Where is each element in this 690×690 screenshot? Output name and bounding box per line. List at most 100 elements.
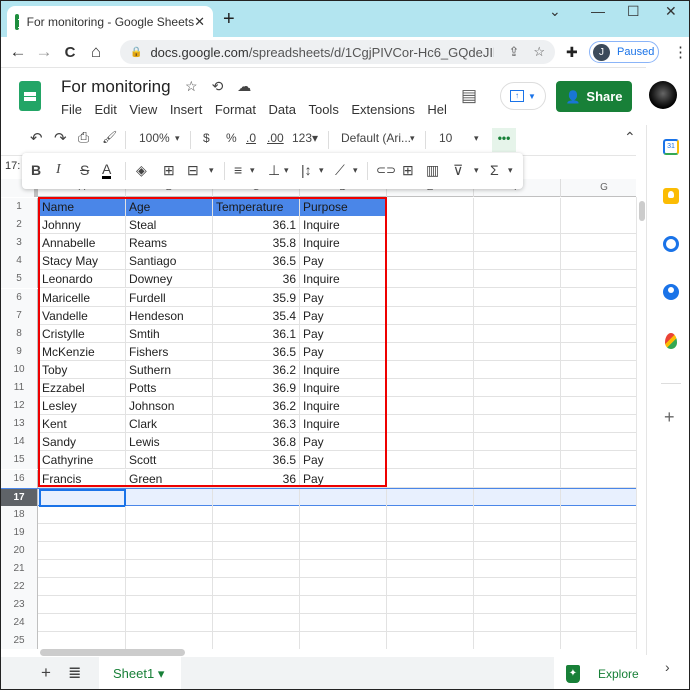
cell-d6[interactable]: Pay: [300, 288, 387, 307]
cell-a2[interactable]: Johnny: [39, 216, 126, 235]
cell-f9[interactable]: [474, 342, 561, 361]
cell-f23[interactable]: [474, 596, 561, 615]
cell-g10[interactable]: [561, 361, 636, 379]
row-number[interactable]: 18: [1, 505, 38, 524]
home-icon[interactable]: ⌂: [83, 42, 109, 62]
vertical-scroll-thumb[interactable]: [639, 201, 645, 221]
cell-c3[interactable]: 35.8: [213, 234, 300, 253]
cell-e18[interactable]: [387, 505, 474, 524]
cell-d8[interactable]: Pay: [300, 324, 387, 343]
cell-c19[interactable]: [213, 523, 300, 542]
cell-b21[interactable]: [126, 560, 213, 578]
cell-c9[interactable]: 36.5: [213, 342, 300, 361]
row-number[interactable]: 11: [1, 379, 38, 397]
all-sheets-button[interactable]: ≣: [68, 663, 81, 683]
cell-c15[interactable]: 36.5: [213, 451, 300, 470]
row-number[interactable]: 19: [1, 523, 38, 542]
filter-caret-icon[interactable]: ▾: [474, 165, 479, 176]
cell-c12[interactable]: 36.2: [213, 397, 300, 416]
insert-link-icon[interactable]: ⊂⊃: [376, 163, 396, 177]
cell-e4[interactable]: [387, 252, 474, 271]
zoom-select[interactable]: 100%: [139, 131, 170, 145]
insert-chart-icon[interactable]: ▥: [426, 162, 439, 179]
cell-e7[interactable]: [387, 306, 474, 325]
row-number[interactable]: 1: [1, 198, 38, 216]
cell-b11[interactable]: Potts: [126, 379, 213, 397]
cell-g19[interactable]: [561, 524, 636, 542]
cell-b6[interactable]: Furdell: [126, 288, 213, 307]
cloud-status-icon[interactable]: ☁: [237, 78, 265, 94]
cell-f12[interactable]: [474, 397, 561, 416]
merge-cells-icon[interactable]: ⊟: [187, 162, 199, 179]
add-sheet-button[interactable]: +: [41, 663, 51, 683]
cell-a22[interactable]: [39, 578, 126, 597]
more-tools-button[interactable]: •••: [492, 128, 516, 152]
cell-a23[interactable]: [39, 596, 126, 615]
cell-e17[interactable]: [387, 488, 474, 507]
cell-a9[interactable]: McKenzie: [39, 342, 126, 361]
cell-g3[interactable]: [561, 234, 636, 252]
cell-a4[interactable]: Stacy May: [39, 252, 126, 271]
cell-b13[interactable]: Clark: [126, 415, 213, 434]
cell-e20[interactable]: [387, 541, 474, 560]
cell-f24[interactable]: [474, 614, 561, 633]
cell-a6[interactable]: Maricelle: [39, 288, 126, 307]
cell-d13[interactable]: Inquire: [300, 415, 387, 434]
cell-a13[interactable]: Kent: [39, 415, 126, 434]
back-icon[interactable]: ←: [5, 42, 31, 62]
row-number[interactable]: 6: [1, 288, 38, 307]
cell-e13[interactable]: [387, 415, 474, 434]
cell-f6[interactable]: [474, 288, 561, 307]
cell-f16[interactable]: [474, 469, 561, 488]
filter-icon[interactable]: ⊽: [453, 162, 463, 179]
cell-d5[interactable]: Inquire: [300, 270, 387, 289]
cell-g22[interactable]: [561, 578, 636, 596]
font-size-caret-icon[interactable]: ▾: [474, 133, 479, 144]
cell-c20[interactable]: [213, 541, 300, 560]
close-tab-icon[interactable]: ✕: [194, 14, 205, 30]
cell-g15[interactable]: [561, 451, 636, 469]
cell-e9[interactable]: [387, 342, 474, 361]
bold-button[interactable]: B: [31, 162, 41, 178]
cell-d23[interactable]: [300, 596, 387, 615]
cell-c1[interactable]: Temperature: [213, 198, 300, 216]
cell-g17[interactable]: [561, 489, 636, 507]
reload-icon[interactable]: C: [57, 44, 83, 61]
cell-a10[interactable]: Toby: [39, 360, 126, 379]
extensions-puzzle-icon[interactable]: ✚: [566, 44, 578, 61]
cell-b22[interactable]: [126, 578, 213, 597]
cell-e2[interactable]: [387, 216, 474, 235]
cell-b2[interactable]: Steal: [126, 216, 213, 235]
cell-g12[interactable]: [561, 397, 636, 415]
cell-d24[interactable]: [300, 614, 387, 633]
cell-a5[interactable]: Leonardo: [39, 270, 126, 289]
row-number[interactable]: 21: [1, 560, 38, 578]
cell-e24[interactable]: [387, 614, 474, 633]
cell-g16[interactable]: [561, 470, 636, 488]
menu-file[interactable]: File: [61, 102, 82, 117]
cell-e1[interactable]: [387, 198, 474, 216]
print-icon[interactable]: ⎙: [78, 129, 89, 146]
menu-edit[interactable]: Edit: [94, 102, 116, 117]
cell-e23[interactable]: [387, 596, 474, 615]
cell-d21[interactable]: [300, 560, 387, 578]
font-select[interactable]: Default (Ari...: [341, 131, 411, 145]
undo-icon[interactable]: ↶: [30, 129, 43, 147]
cell-g7[interactable]: [561, 307, 636, 325]
text-color-button[interactable]: A: [102, 162, 112, 179]
cell-f17[interactable]: [474, 488, 561, 507]
cell-c14[interactable]: 36.8: [213, 433, 300, 452]
star-icon[interactable]: ☆: [185, 78, 212, 94]
cell-f5[interactable]: [474, 270, 561, 289]
row-number[interactable]: 13: [1, 415, 38, 434]
text-wrap-icon[interactable]: |↕: [301, 162, 312, 178]
row-number[interactable]: 17: [1, 488, 38, 507]
cell-c25[interactable]: [213, 632, 300, 649]
cell-c13[interactable]: 36.3: [213, 415, 300, 434]
cell-d7[interactable]: Pay: [300, 306, 387, 325]
cell-d14[interactable]: Pay: [300, 433, 387, 452]
cell-b15[interactable]: Scott: [126, 451, 213, 470]
cell-c7[interactable]: 35.4: [213, 306, 300, 325]
cell-d12[interactable]: Inquire: [300, 397, 387, 416]
menu-help[interactable]: Hel: [427, 102, 447, 117]
